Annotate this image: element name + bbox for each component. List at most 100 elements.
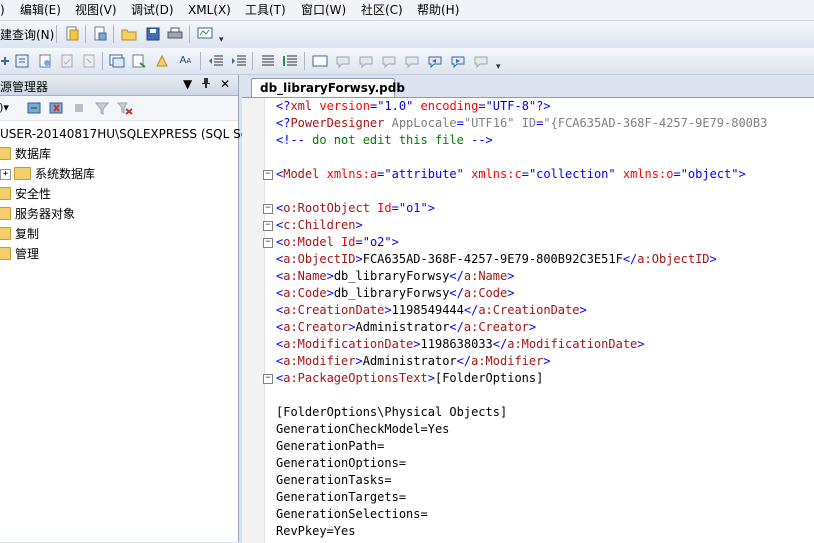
- code-line: <a:CreationDate>1198549444</a:CreationDa…: [276, 303, 587, 317]
- connect-object-explorer-icon[interactable]: [25, 99, 42, 116]
- auto-hide-pin-icon[interactable]: [201, 77, 211, 92]
- code-line: <a:Code>db_libraryForwsy</a:Code>: [276, 286, 515, 300]
- debug-xslt-icon[interactable]: [80, 52, 97, 69]
- toolbar-separator: [304, 52, 305, 70]
- code-line: GenerationTargets=: [276, 490, 407, 504]
- toolbar-separator: [189, 25, 190, 43]
- show-xslt-output-icon[interactable]: [108, 52, 125, 69]
- xml-editor[interactable]: <?xml version="1.0" encoding="UTF-8"?> <?…: [242, 97, 814, 543]
- move-icon[interactable]: [0, 52, 13, 69]
- new-database-engine-query-icon[interactable]: [91, 25, 108, 42]
- folder-icon: [0, 227, 11, 240]
- tree-node-security[interactable]: 安全性: [0, 184, 51, 204]
- collapse-region-icon[interactable]: −: [263, 374, 273, 384]
- collapse-region-icon[interactable]: −: [263, 204, 273, 214]
- code-line: GenerationPath=: [276, 439, 385, 453]
- code-line: GenerationSelections=: [276, 507, 428, 521]
- folder-icon: [0, 187, 11, 200]
- code-line: <o:RootObject Id="o1">: [276, 201, 435, 215]
- refresh-icon[interactable]: [116, 99, 133, 116]
- code-line: <a:Creator>Administrator</a:Creator>: [276, 320, 537, 334]
- server-node[interactable]: USER-20140817HU\SQLEXPRESS (SQL Se: [0, 124, 248, 144]
- menu-edit[interactable]: 编辑(E): [20, 2, 61, 18]
- tree-node-replication[interactable]: 复制: [0, 224, 39, 244]
- code-line: <Model xmlns:a="attribute" xmlns:c="coll…: [276, 167, 746, 181]
- tree-node-label: 服务器对象: [15, 207, 76, 221]
- next-bookmark-document-icon[interactable]: [449, 52, 466, 69]
- editor-gutter: [242, 98, 265, 543]
- toolbar-separator: [56, 25, 57, 43]
- create-schema-icon[interactable]: [131, 52, 148, 69]
- validate-icon[interactable]: [58, 52, 75, 69]
- tree-node-databases[interactable]: 数据库: [0, 144, 51, 164]
- expand-icon[interactable]: +: [0, 169, 11, 180]
- previous-bookmark-document-icon[interactable]: [426, 52, 443, 69]
- xpath-icon[interactable]: [154, 52, 171, 69]
- tree-node-label: 安全性: [15, 187, 52, 201]
- toolbar-separator: [252, 52, 253, 70]
- next-bookmark-icon[interactable]: [357, 52, 374, 69]
- code-line: <a:ModificationDate>1198638033</a:Modifi…: [276, 337, 645, 351]
- tree-node-system-databases[interactable]: + 系统数据库: [0, 164, 238, 184]
- menu-debug[interactable]: 调试(D): [131, 2, 174, 18]
- collapse-region-icon[interactable]: −: [263, 238, 273, 248]
- standard-toolbar: 建查询(N) ▾: [0, 21, 814, 49]
- document-properties-icon[interactable]: [36, 52, 53, 69]
- activity-monitor-icon[interactable]: [196, 25, 213, 42]
- object-explorer-title: 源管理器: [0, 80, 49, 94]
- menu-fragment: ): [0, 3, 5, 17]
- new-query-button[interactable]: 建查询(N): [0, 26, 54, 43]
- object-explorer-panel: 源管理器 ▼ ✕ )▾ USER-20140817HU\SQLEXPRESS (…: [0, 75, 248, 542]
- toolbar-separator: [113, 25, 114, 43]
- previous-bookmark-icon[interactable]: [334, 52, 351, 69]
- stop-icon[interactable]: [70, 99, 87, 116]
- previous-bookmark-folder-icon[interactable]: [380, 52, 397, 69]
- tree-node-label: 系统数据库: [35, 167, 96, 181]
- toolbar-separator: [102, 52, 103, 70]
- open-folder-icon[interactable]: [120, 25, 137, 42]
- filter-icon[interactable]: [93, 99, 110, 116]
- tree-node-label: 数据库: [15, 147, 52, 161]
- toggle-bookmark-icon[interactable]: [311, 52, 328, 69]
- tree-node-label: 管理: [15, 247, 40, 261]
- connect-dropdown-icon[interactable]: )▾: [0, 99, 10, 116]
- collapse-region-icon[interactable]: −: [263, 221, 273, 231]
- document-tab[interactable]: db_libraryForwsy.pdb: [251, 78, 405, 97]
- next-bookmark-folder-icon[interactable]: [403, 52, 420, 69]
- disconnect-icon[interactable]: [47, 99, 64, 116]
- indent-icon[interactable]: [230, 52, 247, 69]
- collapse-region-icon[interactable]: −: [263, 170, 273, 180]
- save-icon[interactable]: [144, 25, 161, 42]
- comment-icon[interactable]: [259, 52, 276, 69]
- tree-node-server-objects[interactable]: 服务器对象: [0, 204, 75, 224]
- tree-node-label: 复制: [15, 227, 40, 241]
- code-line: GenerationOptions=: [276, 456, 407, 470]
- print-icon[interactable]: [166, 25, 183, 42]
- close-panel-icon[interactable]: ✕: [220, 77, 230, 91]
- menu-tools[interactable]: 工具(T): [245, 2, 286, 18]
- window-position-icon[interactable]: ▼: [183, 77, 192, 91]
- menu-view[interactable]: 视图(V): [75, 2, 117, 18]
- uncomment-icon[interactable]: [282, 52, 299, 69]
- menu-bar: ) 编辑(E) 视图(V) 调试(D) XML(X) 工具(T) 窗口(W) 社…: [0, 0, 814, 21]
- toolbar-overflow-icon[interactable]: ▾: [496, 62, 501, 72]
- code-line: <a:Name>db_libraryForwsy</a:Name>: [276, 269, 515, 283]
- code-line: <a:PackageOptionsText>[FolderOptions]: [276, 371, 544, 385]
- toolbar-overflow-icon[interactable]: ▾: [219, 35, 224, 45]
- schema-icon[interactable]: [13, 52, 30, 69]
- menu-community[interactable]: 社区(C): [361, 2, 403, 18]
- font-size-icon[interactable]: AA: [177, 52, 194, 69]
- code-line: <!-- do not edit this file -->: [276, 133, 493, 147]
- object-explorer-toolbar: )▾: [0, 96, 238, 121]
- menu-xml[interactable]: XML(X): [188, 2, 231, 18]
- code-line: <?xml version="1.0" encoding="UTF-8"?>: [276, 99, 551, 113]
- menu-help[interactable]: 帮助(H): [417, 2, 459, 18]
- new-file-icon[interactable]: [63, 25, 80, 42]
- outdent-icon[interactable]: [207, 52, 224, 69]
- menu-window[interactable]: 窗口(W): [301, 2, 346, 18]
- code-line: <c:Children>: [276, 218, 363, 232]
- server-name: USER-20140817HU\SQLEXPRESS (SQL Se: [0, 127, 249, 141]
- clear-bookmarks-icon[interactable]: [472, 52, 489, 69]
- tree-node-management[interactable]: 管理: [0, 244, 39, 264]
- code-line: GenerationTasks=: [276, 473, 392, 487]
